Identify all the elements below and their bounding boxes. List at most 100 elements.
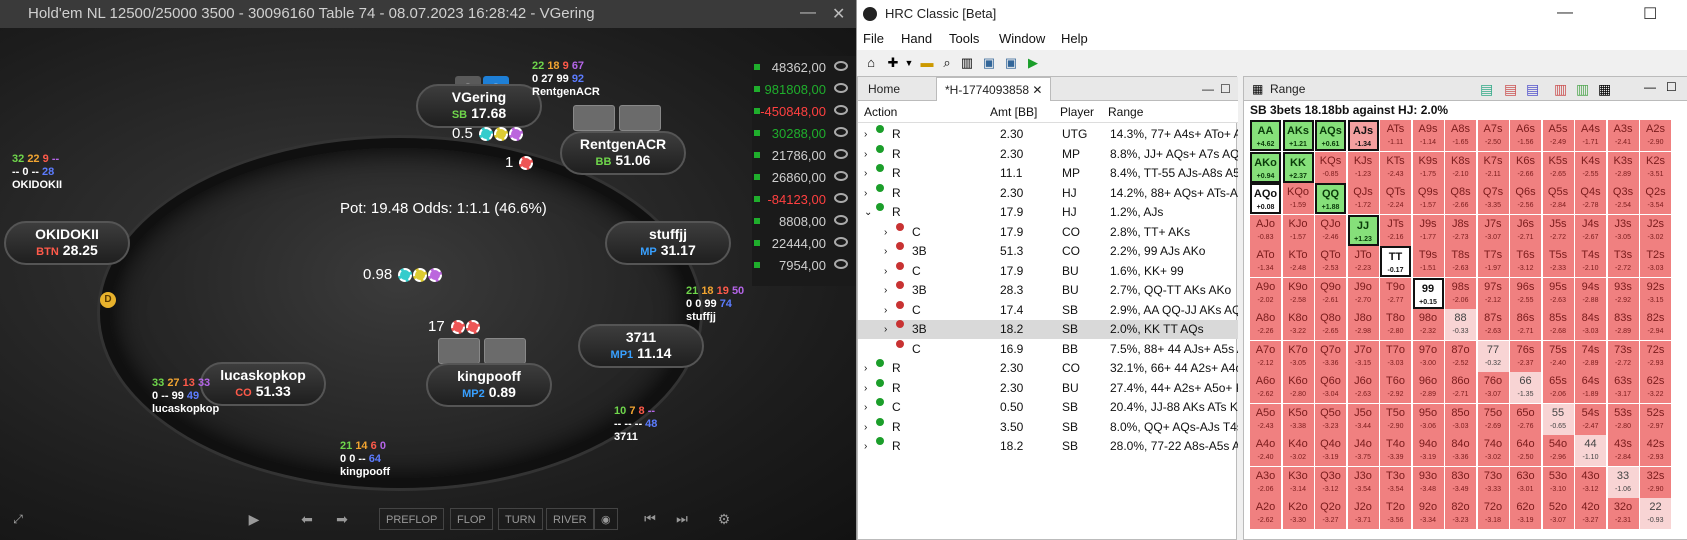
range-cell[interactable]: K8o -3.22 [1282,309,1314,340]
range-cell[interactable]: 55 -0.65 [1542,403,1574,435]
range-cell[interactable]: AJs -1.34 [1347,120,1379,151]
range-cell[interactable]: A8s -1.65 [1445,120,1476,151]
range-cell[interactable]: 88 -0.33 [1445,309,1476,340]
range-cell[interactable]: A5s -2.49 [1542,120,1574,151]
action-row[interactable]: › R 3.50 SB 8.0%, QQ+ AQs-AJs T4s-T3 [858,417,1238,437]
range-cell[interactable]: A7s -2.50 [1477,120,1509,151]
range-cell[interactable]: 62o -3.19 [1510,498,1541,529]
range-cell[interactable]: AKs +1.21 [1282,120,1314,151]
minimize-icon[interactable]: — [800,4,816,22]
range-cell[interactable]: JJ +1.23 [1347,214,1379,246]
chevron-right-icon[interactable]: › [884,320,887,339]
eye-icon[interactable]: ◉ [594,508,618,530]
eye-icon[interactable] [834,149,848,159]
range-cell[interactable]: A9o -2.02 [1250,277,1281,309]
view-toggle-icon[interactable]: ▤ [1526,81,1539,98]
range-cell[interactable]: Q6s -2.56 [1510,183,1541,214]
seat-3711[interactable]: 3711 MP1 11.14 [578,324,704,368]
range-cell[interactable]: T8o -2.80 [1380,309,1411,340]
range-cell[interactable]: AQo +0.08 [1250,183,1281,214]
range-cell[interactable]: K3s -2.89 [1607,151,1639,183]
range-cell[interactable]: 63o -3.01 [1510,466,1541,498]
range-cell[interactable]: 83s -2.89 [1607,309,1639,340]
range-cell[interactable]: 32s -2.90 [1640,466,1671,498]
range-cell[interactable]: J6o -2.63 [1347,372,1379,403]
river-button[interactable]: RIVER [546,508,594,530]
range-cell[interactable]: J4s -2.67 [1575,214,1606,246]
action-row[interactable]: ⌄ R 17.9 HJ 1.2%, AJs [858,203,1238,222]
range-cell[interactable]: 93o -3.48 [1412,466,1444,498]
range-cell[interactable]: 87s -2.63 [1477,309,1509,340]
chevron-down-icon[interactable]: ⌄ [864,203,872,222]
range-cell[interactable]: 72o -3.18 [1477,498,1509,529]
range-cell[interactable]: QJo -2.46 [1315,214,1346,246]
chevron-right-icon[interactable]: › [884,301,887,320]
range-cell[interactable]: Q2s -3.54 [1640,183,1671,214]
range-cell[interactable]: 85o -3.03 [1445,403,1476,435]
seat-vgering[interactable]: VGering SB 17.68 [416,84,542,128]
eye-icon[interactable] [834,193,848,203]
menu-help[interactable]: Help [1061,31,1088,46]
range-cell[interactable]: QQ +1.88 [1315,183,1346,214]
search-icon[interactable]: ⌕ [939,55,955,71]
range-cell[interactable]: K2s -3.51 [1640,151,1671,183]
range-cell[interactable]: 83o -3.49 [1445,466,1476,498]
range-cell[interactable]: T4s -2.10 [1575,246,1606,277]
chevron-right-icon[interactable]: › [864,398,867,417]
range-cell[interactable]: 94o -3.19 [1412,435,1444,466]
menu-window[interactable]: Window [999,31,1045,46]
settings-gear-icon[interactable]: ⚙ [714,508,734,530]
range-cell[interactable]: J4o -3.75 [1347,435,1379,466]
range-cell[interactable]: J9o -2.70 [1347,277,1379,309]
range-cell[interactable]: A8o -2.26 [1250,309,1281,340]
seat-stuffjj[interactable]: stuffjj MP 31.17 [605,221,731,265]
range-cell[interactable]: 73o -3.33 [1477,466,1509,498]
open-folder-icon[interactable]: ▬ [919,55,935,71]
action-row[interactable]: › R 2.30 BU 27.4%, 44+ A2s+ A5o+ K9s [858,378,1238,398]
range-cell[interactable]: 62s -3.22 [1640,372,1671,403]
range-cell[interactable]: 84s -3.03 [1575,309,1606,340]
range-cell[interactable]: KK +2.37 [1282,151,1314,183]
range-cell[interactable]: 98s -2.06 [1445,277,1476,309]
range-cell[interactable]: JTs -2.16 [1380,214,1411,246]
range-cell[interactable]: 97o -3.00 [1412,340,1444,372]
view-toggle-icon[interactable]: ▤ [1504,81,1517,98]
action-row[interactable]: › R 2.30 HJ 14.2%, 88+ AQs+ ATs-A8s A [858,183,1238,203]
eye-icon[interactable] [834,105,848,115]
run-icon[interactable]: ▶ [1025,55,1041,71]
action-row[interactable]: C 16.9 BB 7.5%, 88+ 44 AJs+ A5s AJo [858,339,1238,359]
range-cell[interactable]: 74o -3.02 [1477,435,1509,466]
range-cell[interactable]: T4o -3.39 [1380,435,1411,466]
range-cell[interactable]: Q9s -1.57 [1412,183,1444,214]
range-cell[interactable]: Q7s -3.35 [1477,183,1509,214]
chevron-right-icon[interactable]: › [864,125,867,144]
seat-rentgenacr[interactable]: RentgenACR BB 51.06 [560,131,686,175]
range-cell[interactable]: 33 -1.06 [1607,466,1639,498]
chevron-right-icon[interactable]: › [864,359,867,378]
expand-icon[interactable]: ⤢ [10,508,26,530]
range-cell[interactable]: J9s -1.77 [1412,214,1444,246]
range-cell[interactable]: T5o -2.90 [1380,403,1411,435]
range-cell[interactable]: Q3o -3.12 [1315,466,1346,498]
seat-kingpooff[interactable]: kingpooff MP2 0.89 [426,363,552,407]
range-cell[interactable]: J2o -3.71 [1347,498,1379,529]
range-cell[interactable]: ATs -1.11 [1380,120,1411,151]
step-back-button[interactable]: ⬅ [297,508,317,530]
action-row[interactable]: › C 17.9 BU 1.6%, KK+ 99 [858,261,1238,281]
chevron-right-icon[interactable]: › [864,184,867,203]
range-cell[interactable]: Q4o -3.19 [1315,435,1346,466]
range-cell[interactable]: 43o -3.12 [1575,466,1606,498]
view-toggle-icon[interactable]: ▥ [1554,81,1567,98]
range-cell[interactable]: Q5s -2.84 [1542,183,1574,214]
new-hand-icon[interactable]: ✚ [885,55,901,71]
range-cell[interactable]: A5o -2.43 [1250,403,1281,435]
range-cell[interactable]: 86s -2.71 [1510,309,1541,340]
range-cell[interactable]: K7o -3.05 [1282,340,1314,372]
range-cell[interactable]: 22 -0.93 [1640,498,1671,529]
flop-button[interactable]: FLOP [450,508,493,530]
eye-icon[interactable] [834,171,848,181]
menu-hand[interactable]: Hand [901,31,932,46]
range-cell[interactable]: A4s -1.71 [1575,120,1606,151]
first-hand-button[interactable]: ⏮ [640,508,660,530]
eye-icon[interactable] [834,237,848,247]
